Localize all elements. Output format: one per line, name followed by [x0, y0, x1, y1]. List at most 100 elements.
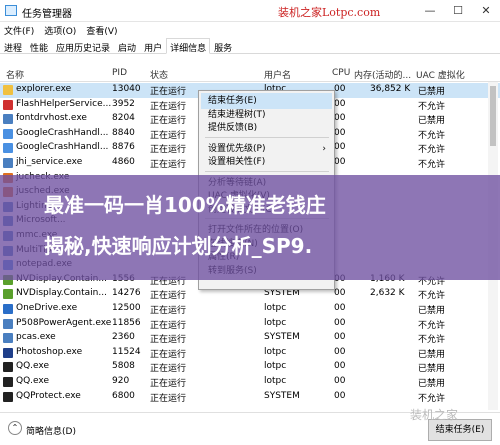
overlay-banner: 最准一码一肖100%精准老钱庄 揭秘,快速响应计划分析_SP9.	[0, 175, 500, 280]
tab-startup[interactable]: 启动	[114, 38, 140, 54]
context-menu-label: 结束进程树(T)	[208, 109, 266, 120]
cell-user: SYSTEM	[264, 332, 300, 343]
table-row[interactable]: Photoshop.exe 11524 正在运行 lotpc 00 已禁用	[0, 346, 500, 361]
tab-services[interactable]: 服务	[210, 38, 236, 54]
minimize-button[interactable]: —	[416, 0, 444, 22]
cell-pid: 13040	[112, 84, 141, 94]
cell-name: Photoshop.exe	[16, 346, 83, 357]
cell-status: 正在运行	[150, 116, 187, 127]
cell-pid: 6800	[112, 390, 135, 401]
cell-status: 正在运行	[150, 306, 187, 316]
cell-cpu: 00	[334, 127, 346, 138]
cell-name: pcas.exe	[16, 332, 56, 343]
less-details-link[interactable]: 简略信息(D)	[26, 424, 76, 437]
cell-uac: 已禁用	[418, 364, 446, 375]
chevron-up-icon[interactable]: ⌃	[8, 421, 22, 435]
context-menu-item[interactable]: 设置相关性(F)	[201, 154, 332, 170]
cell-name: NVDisplay.Contain...	[16, 288, 107, 299]
cell-name: GoogleCrashHandl...	[16, 142, 109, 153]
cell-status: 正在运行	[150, 145, 187, 156]
col-memory[interactable]: 内存(活动的...	[354, 68, 411, 81]
menu-file[interactable]: 文件(F)	[4, 24, 34, 38]
table-row[interactable]: QQ.exe 5808 正在运行 lotpc 00 已禁用	[0, 360, 500, 375]
cell-cpu: 00	[334, 376, 346, 386]
cell-cpu: 00	[334, 390, 346, 401]
cell-cpu: 00	[334, 288, 346, 299]
table-row[interactable]: OneDrive.exe 12500 正在运行 lotpc 00 已禁用	[0, 302, 500, 317]
context-menu-item[interactable]: 提供反馈(B)	[201, 120, 332, 136]
cell-uac: 不允许	[418, 101, 446, 112]
close-button[interactable]: ✕	[472, 0, 500, 22]
cell-status: 正在运行	[150, 101, 187, 112]
cell-user: lotpc	[264, 317, 287, 328]
cell-status: 正在运行	[150, 364, 187, 375]
cell-name: GoogleCrashHandl...	[16, 127, 109, 138]
menu-view[interactable]: 查看(V)	[86, 24, 117, 38]
scrollbar-thumb[interactable]	[490, 86, 496, 146]
cell-cpu: 00	[334, 98, 346, 109]
cell-user: lotpc	[264, 376, 287, 386]
cell-user: lotpc	[264, 361, 287, 372]
maximize-button[interactable]: ☐	[444, 0, 472, 22]
process-icon	[3, 362, 13, 373]
cell-uac: 不允许	[418, 160, 446, 170]
tab-processes[interactable]: 进程	[0, 38, 26, 54]
cell-pid: 11524	[112, 346, 141, 357]
cell-uac: 不允许	[418, 291, 446, 302]
col-cpu[interactable]: CPU	[332, 68, 350, 78]
process-icon	[3, 114, 13, 125]
tab-performance[interactable]: 性能	[26, 38, 52, 54]
process-icon	[3, 391, 13, 402]
col-pid[interactable]: PID	[112, 68, 127, 78]
process-icon	[3, 318, 13, 329]
cell-cpu: 00	[334, 346, 346, 357]
cell-name: explorer.exe	[16, 84, 72, 94]
context-menu-label: 结束任务(E)	[208, 96, 257, 106]
task-manager-icon	[5, 5, 17, 16]
table-row[interactable]: pcas.exe 2360 正在运行 SYSTEM 00 不允许	[0, 331, 500, 346]
cell-pid: 14276	[112, 288, 141, 299]
cell-pid: 12500	[112, 303, 141, 313]
cell-cpu: 00	[334, 157, 346, 167]
process-icon	[3, 377, 13, 387]
cell-cpu: 00	[334, 142, 346, 153]
cell-pid: 5808	[112, 361, 135, 372]
menu-options[interactable]: 选项(O)	[44, 24, 76, 38]
cell-uac: 不允许	[418, 320, 446, 331]
cell-pid: 920	[112, 376, 130, 386]
title-bar: 任务管理器 装机之家Lotpc.com — ☐ ✕	[0, 0, 500, 22]
cell-mem: 2,632 K	[370, 288, 405, 299]
table-row[interactable]: P508PowerAgent.exe 11856 正在运行 lotpc 00 不允许	[0, 317, 500, 332]
cell-cpu: 00	[334, 113, 346, 124]
cell-uac: 已禁用	[418, 306, 446, 316]
table-row[interactable]: QQ.exe 920 正在运行 lotpc 00 已禁用	[0, 375, 500, 390]
col-uac[interactable]: UAC 虚拟化	[416, 68, 465, 81]
cell-cpu: 00	[334, 361, 346, 372]
menu-separator	[205, 136, 329, 138]
tab-details[interactable]: 详细信息	[166, 38, 211, 54]
cell-pid: 4860	[112, 157, 135, 167]
cell-status: 正在运行	[150, 320, 187, 331]
cell-name: QQ.exe	[16, 376, 49, 386]
cell-name: P508PowerAgent.exe	[16, 317, 112, 328]
column-header: 名称 PID 状态 用户名 CPU 内存(活动的... UAC 虚拟化	[0, 65, 500, 82]
menu-separator	[205, 170, 329, 172]
process-icon	[3, 347, 13, 358]
cell-status: 正在运行	[150, 393, 187, 404]
cell-uac: 已禁用	[418, 116, 446, 127]
tab-users[interactable]: 用户	[140, 38, 166, 54]
context-menu-label: 提供反馈(B)	[208, 123, 258, 133]
cell-name: OneDrive.exe	[16, 303, 78, 313]
col-user[interactable]: 用户名	[264, 68, 291, 81]
col-status[interactable]: 状态	[150, 68, 168, 81]
cell-status: 正在运行	[150, 349, 187, 360]
cell-status: 正在运行	[150, 379, 187, 389]
cell-pid: 8840	[112, 127, 135, 138]
tab-app-history[interactable]: 应用历史记录	[52, 38, 114, 54]
cell-user: SYSTEM	[264, 390, 300, 401]
process-icon	[3, 128, 13, 139]
col-name[interactable]: 名称	[6, 68, 24, 81]
banner-line-1: 最准一码一肖100%精准老钱庄	[44, 193, 326, 217]
cell-status: 正在运行	[150, 335, 187, 346]
watermark-text: 装机之家Lotpc.com	[278, 6, 381, 19]
